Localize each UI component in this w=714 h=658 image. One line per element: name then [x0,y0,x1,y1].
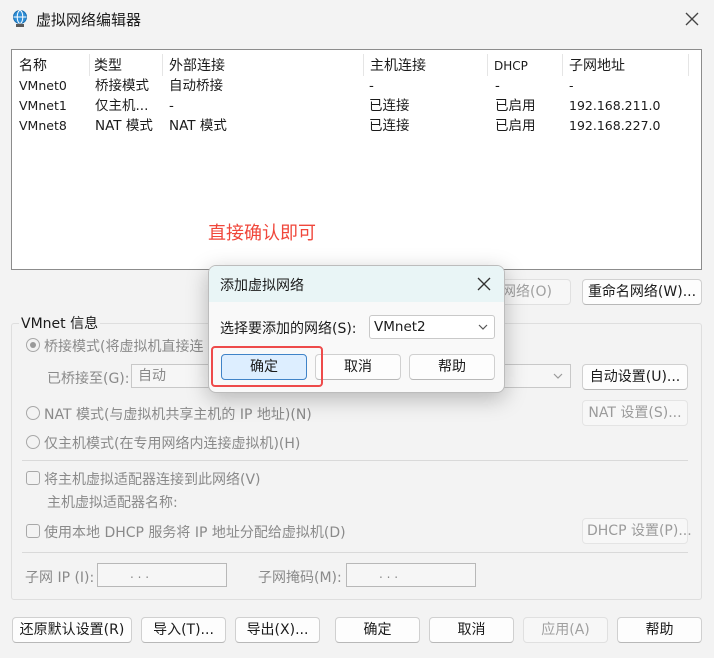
dhcp-checkbox-label: 使用本地 DHCP 服务将 IP 地址分配给虚拟机(D) [44,525,346,541]
chevron-down-icon [478,324,488,330]
dhcp-settings-button[interactable]: DHCP 设置(P)... [582,518,692,544]
column-header-subnet[interactable]: 子网地址 [569,54,625,78]
network-select-value: VMnet2 [374,319,426,335]
apply-button[interactable]: 应用(A) [523,617,608,643]
restore-defaults-button[interactable]: 还原默认设置(R) [12,617,132,643]
cell-host: 已连接 [369,98,410,114]
cell-external: 自动桥接 [169,78,223,94]
network-select[interactable]: VMnet2 [369,315,495,339]
subnet-ip-label: 子网 IP (I): [25,570,95,586]
subnet-ip-input[interactable]: . . . [97,563,227,587]
table-row[interactable]: VMnet0 桥接模式 自动桥接 - - - [13,76,700,96]
bridged-radio-label: 桥接模式(将虚拟机直接连 [44,339,204,355]
cell-external: NAT 模式 [169,118,227,134]
cell-type: NAT 模式 [95,118,153,134]
dialog-title: 添加虚拟网络 [220,278,304,294]
subnet-mask-label: 子网掩码(M): [258,570,342,586]
host-only-radio-label: 仅主机模式(在专用网络内连接虚拟机)(H) [44,436,301,452]
ok-button[interactable]: 确定 [335,617,420,643]
chevron-down-icon [553,373,563,379]
cell-host: - [369,78,374,94]
export-button[interactable]: 导出(X)... [235,617,320,643]
dialog-ok-button[interactable]: 确定 [221,354,307,380]
subnet-mask-input[interactable]: . . . [346,563,476,587]
column-header-dhcp[interactable]: DHCP [494,54,528,78]
host-only-radio[interactable] [26,435,40,449]
column-header-type[interactable]: 类型 [94,54,122,78]
cell-type: 仅主机... [95,98,149,114]
column-header-host[interactable]: 主机连接 [370,54,426,78]
column-header-name[interactable]: 名称 [19,54,47,78]
table-row[interactable]: VMnet8 NAT 模式 NAT 模式 已连接 已启用 192.168.227… [13,116,700,136]
cancel-button[interactable]: 取消 [429,617,514,643]
rename-network-button[interactable]: 重命名网络(W)... [582,279,702,305]
cell-subnet: 192.168.211.0 [569,98,661,113]
cell-dhcp: - [495,78,500,94]
dialog-cancel-button[interactable]: 取消 [315,354,401,380]
bridged-radio[interactable] [26,338,40,352]
connect-adapter-label: 将主机虚拟适配器连接到此网络(V) [44,472,261,488]
divider [22,552,688,553]
add-network-dialog: 添加虚拟网络 选择要添加的网络(S): VMnet2 确定 取消 帮助 [208,265,505,393]
vmnet-info-label: VMnet 信息 [19,313,101,333]
cell-host: 已连接 [369,118,410,134]
dhcp-checkbox[interactable] [26,524,40,538]
bridged-to-value: 自动 [138,368,166,384]
network-globe-icon [13,10,27,27]
auto-settings-button[interactable]: 自动设置(U)... [582,364,688,390]
cell-dhcp: 已启用 [495,118,536,134]
connect-adapter-checkbox[interactable] [26,471,40,485]
network-select-label: 选择要添加的网络(S): [220,321,357,337]
import-button[interactable]: 导入(T)... [141,617,226,643]
cell-external: - [169,98,174,114]
window-title: 虚拟网络编辑器 [36,11,142,29]
dialog-help-button[interactable]: 帮助 [409,354,495,380]
annotation-text: 直接确认即可 [208,223,316,244]
table-row[interactable]: VMnet1 仅主机... - 已连接 已启用 192.168.211.0 [13,96,700,116]
ip-separators: . . . [379,567,399,581]
nat-radio[interactable] [26,406,40,420]
bridged-to-label: 已桥接至(G): [47,371,130,387]
title-bar: 虚拟网络编辑器 [0,0,714,38]
nat-radio-label: NAT 模式(与虚拟机共享主机的 IP 地址)(N) [44,407,312,423]
column-header-external[interactable]: 外部连接 [169,54,225,78]
cell-name: VMnet1 [19,98,67,113]
cell-name: VMnet8 [19,118,67,133]
close-icon[interactable] [475,275,493,293]
close-icon[interactable] [682,9,702,29]
help-button[interactable]: 帮助 [617,617,702,643]
ip-separators: . . . [130,567,150,581]
cell-subnet: - [569,78,574,93]
nat-settings-button[interactable]: NAT 设置(S)... [582,400,688,426]
divider [22,460,688,461]
network-table[interactable]: 名称 类型 外部连接 主机连接 DHCP 子网地址 VMnet0 桥接模式 自动… [11,49,702,270]
cell-type: 桥接模式 [95,78,149,94]
cell-subnet: 192.168.227.0 [569,118,661,133]
adapter-name-label: 主机虚拟适配器名称: [47,495,178,511]
cell-name: VMnet0 [19,78,67,93]
cell-dhcp: 已启用 [495,98,536,114]
